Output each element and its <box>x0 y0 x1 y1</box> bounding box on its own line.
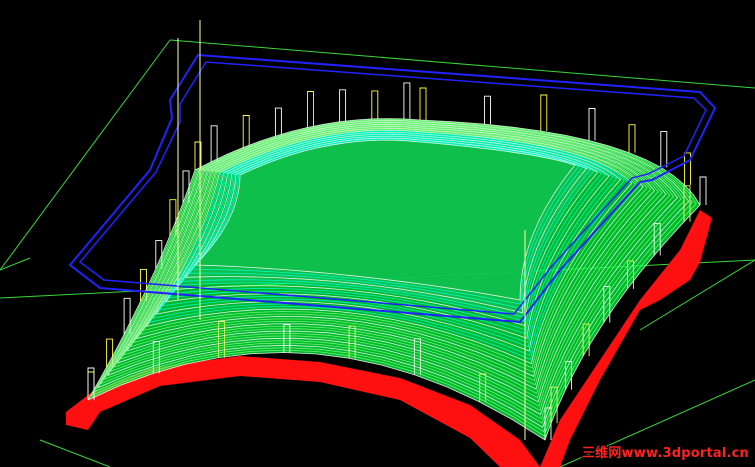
plunge-line <box>371 90 379 119</box>
plunge-line <box>339 89 347 122</box>
plunge-line <box>419 87 427 120</box>
plunge-line <box>684 152 691 185</box>
plunge-line <box>628 124 636 153</box>
plunge-line <box>403 82 411 119</box>
plunge-line <box>540 94 548 131</box>
cam-3d-viewport[interactable]: 三维网www.3dportal.cn <box>0 0 755 467</box>
grid-line <box>39 439 111 467</box>
plunge-line <box>484 95 491 125</box>
plunge-line <box>699 176 707 205</box>
plunge-line <box>242 115 250 148</box>
grid-line <box>0 39 171 271</box>
toolpath-scene <box>0 20 755 467</box>
plunge-line <box>660 130 668 168</box>
plunge-line <box>588 108 596 141</box>
plunge-line <box>307 91 314 128</box>
plunge-line <box>274 107 282 137</box>
plunge-line <box>210 125 218 162</box>
